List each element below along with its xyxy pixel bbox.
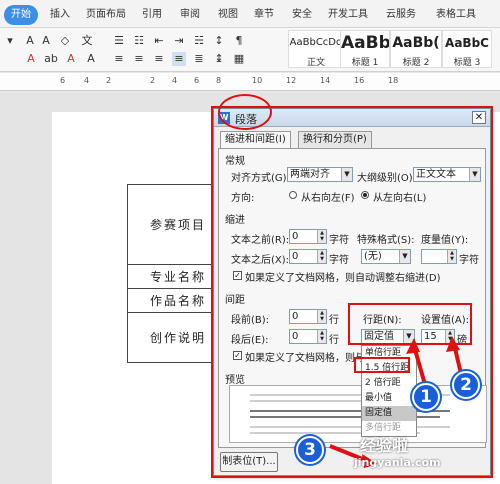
step-badge: 2	[452, 371, 480, 399]
arrow-head	[406, 338, 420, 354]
annotation-arrows	[329, 336, 464, 468]
watermark-url: jingyanla.com	[354, 456, 441, 469]
step-badge: 3	[296, 436, 324, 464]
arrow-head	[446, 336, 460, 352]
step-badge: 1	[412, 383, 440, 411]
watermark: 经验啦	[360, 436, 409, 455]
